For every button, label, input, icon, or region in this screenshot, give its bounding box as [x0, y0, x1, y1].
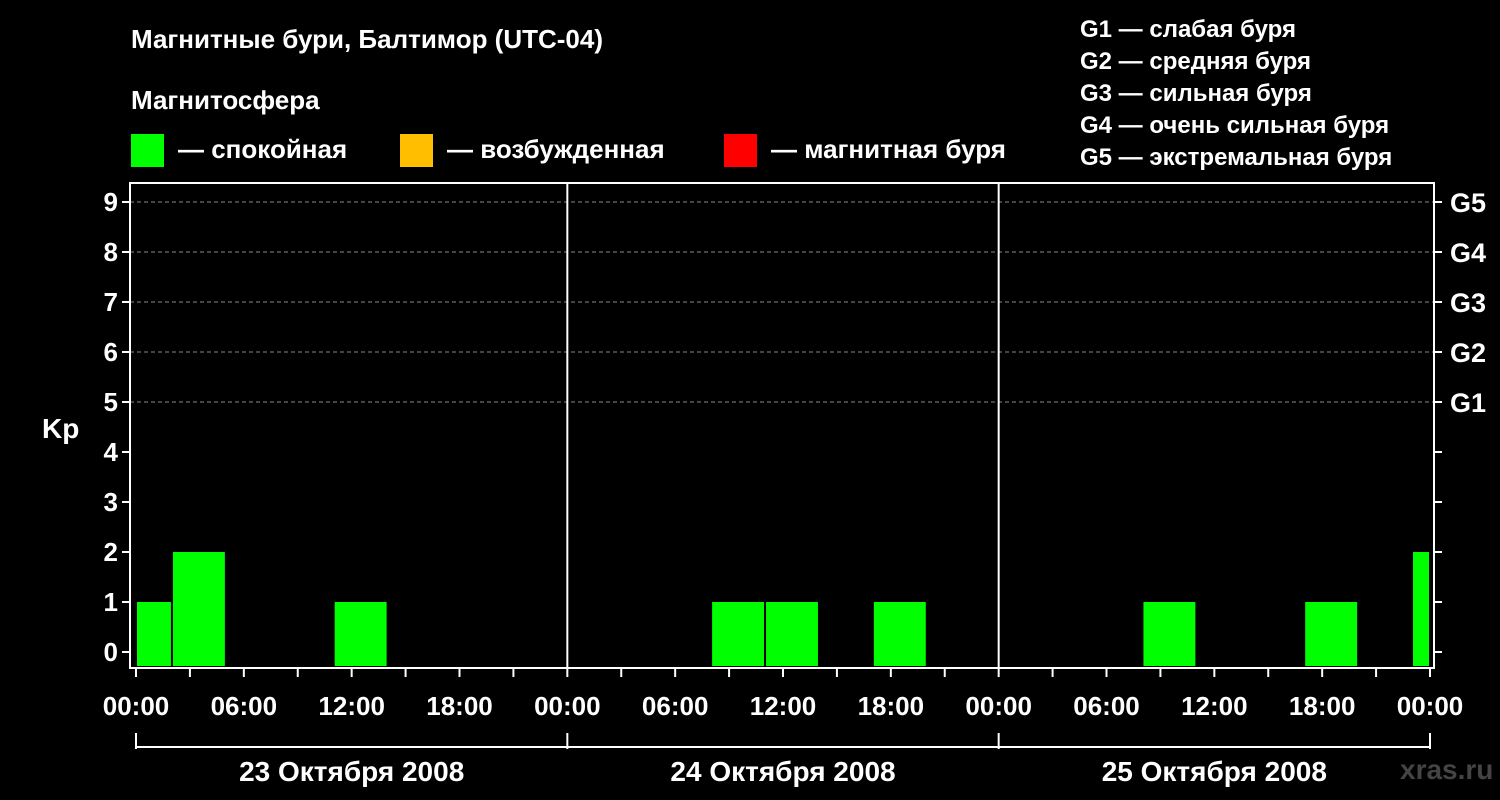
watermark: xras.ru: [1400, 754, 1494, 785]
kp-bar: [873, 602, 926, 666]
kp-bar: [172, 552, 225, 666]
date-label: 23 Октября 2008: [239, 756, 464, 787]
g-level-label: G1: [1450, 388, 1486, 418]
kp-bar: [1143, 602, 1196, 666]
g-level-label: G5: [1450, 188, 1486, 218]
y-tick-label: 1: [104, 587, 118, 617]
g-level-label: G2: [1450, 338, 1486, 368]
date-label: 25 Октября 2008: [1102, 756, 1327, 787]
kp-bar: [1305, 602, 1358, 666]
g-level-label: G3: [1450, 288, 1486, 318]
kp-bar: [1413, 552, 1429, 666]
kp-bar: [137, 602, 171, 666]
y-tick-label: 9: [104, 187, 118, 217]
y-tick-label: 3: [104, 487, 118, 517]
x-tick-label: 06:00: [1073, 691, 1140, 721]
kp-bar: [334, 602, 387, 666]
kp-bar: [766, 602, 818, 666]
x-tick-label: 00:00: [1397, 691, 1464, 721]
y-tick-label: 4: [104, 437, 119, 467]
y-tick-label: 5: [104, 387, 118, 417]
x-tick-label: 12:00: [750, 691, 817, 721]
y-tick-label: 6: [104, 337, 118, 367]
y-axis-label: Kp: [42, 413, 79, 444]
y-tick-label: 2: [104, 537, 118, 567]
plot-frame: [129, 182, 1435, 669]
x-tick-label: 06:00: [211, 691, 278, 721]
kp-bar: [712, 602, 765, 666]
x-tick-label: 18:00: [426, 691, 493, 721]
g-level-label: G4: [1450, 238, 1486, 268]
x-tick-label: 00:00: [103, 691, 170, 721]
x-tick-label: 00:00: [965, 691, 1032, 721]
y-tick-label: 7: [104, 287, 118, 317]
x-tick-label: 00:00: [534, 691, 601, 721]
x-tick-label: 12:00: [318, 691, 385, 721]
x-tick-label: 18:00: [1289, 691, 1356, 721]
date-label: 24 Октября 2008: [670, 756, 895, 787]
x-tick-label: 18:00: [858, 691, 925, 721]
y-tick-label: 0: [104, 637, 118, 667]
x-tick-label: 12:00: [1181, 691, 1248, 721]
x-tick-label: 06:00: [642, 691, 709, 721]
kp-chart: 0 1 2 3 4 5 6 7 8 9 G1 G2 G3 G4 G5 Kp 00:00 06:00 12:00 18:…: [42, 182, 1486, 787]
y-tick-label: 8: [104, 237, 118, 267]
